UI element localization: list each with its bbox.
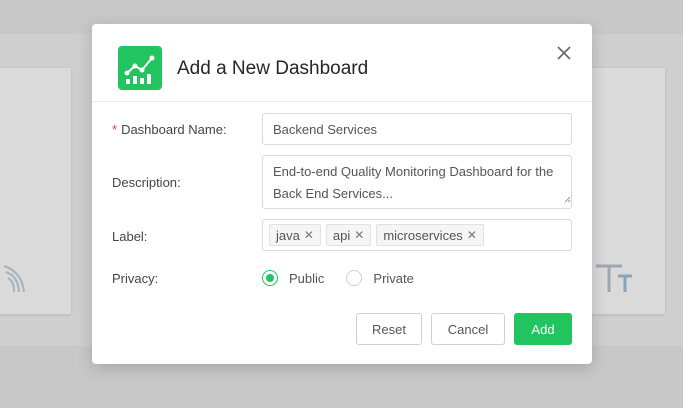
- privacy-option-public[interactable]: Public: [262, 270, 324, 286]
- description-label: Description:: [112, 175, 181, 190]
- tag-close-icon[interactable]: ✕: [304, 229, 314, 241]
- close-icon: [557, 46, 571, 60]
- add-button[interactable]: Add: [514, 313, 572, 345]
- privacy-radio-group: Public Private: [262, 269, 436, 287]
- tag-java: java ✕: [269, 224, 321, 246]
- signal-icon: [3, 265, 25, 293]
- cancel-button[interactable]: Cancel: [431, 313, 505, 345]
- tag-label: java: [276, 227, 300, 243]
- dashboard-name-label: * Dashboard Name:: [112, 122, 227, 137]
- dialog-header: Add a New Dashboard: [92, 24, 592, 102]
- dialog-title: Add a New Dashboard: [177, 58, 369, 79]
- resize-grip-icon[interactable]: [564, 196, 571, 203]
- label-tag-input[interactable]: java ✕ api ✕ microservices ✕: [262, 219, 572, 251]
- description-textarea[interactable]: End-to-end Quality Monitoring Dashboard …: [262, 155, 572, 209]
- privacy-label: Privacy:: [112, 271, 159, 286]
- radio-checked-icon[interactable]: [262, 270, 278, 286]
- label-label: Label:: [112, 229, 148, 244]
- tag-close-icon[interactable]: ✕: [467, 229, 477, 241]
- add-dashboard-dialog: Add a New Dashboard *Dashboard Name: Des…: [92, 24, 592, 364]
- radio-label: Public: [289, 270, 325, 286]
- required-mark: *: [112, 122, 118, 137]
- dashboard-name-input[interactable]: [262, 113, 572, 145]
- dashboard-name-label-text: Dashboard Name:: [121, 122, 227, 137]
- radio-label: Private: [373, 270, 414, 286]
- tag-microservices: microservices ✕: [376, 224, 484, 246]
- close-button[interactable]: [554, 43, 574, 63]
- privacy-option-private[interactable]: Private: [346, 270, 414, 286]
- reset-button[interactable]: Reset: [356, 313, 422, 345]
- tag-api: api ✕: [325, 224, 372, 246]
- tag-close-icon[interactable]: ✕: [354, 229, 364, 241]
- text-size-icon: [596, 264, 632, 292]
- tag-label: microservices: [383, 227, 463, 243]
- tag-label: api: [332, 227, 351, 243]
- radio-unchecked-icon[interactable]: [346, 270, 363, 286]
- chart-line-icon: [118, 46, 162, 90]
